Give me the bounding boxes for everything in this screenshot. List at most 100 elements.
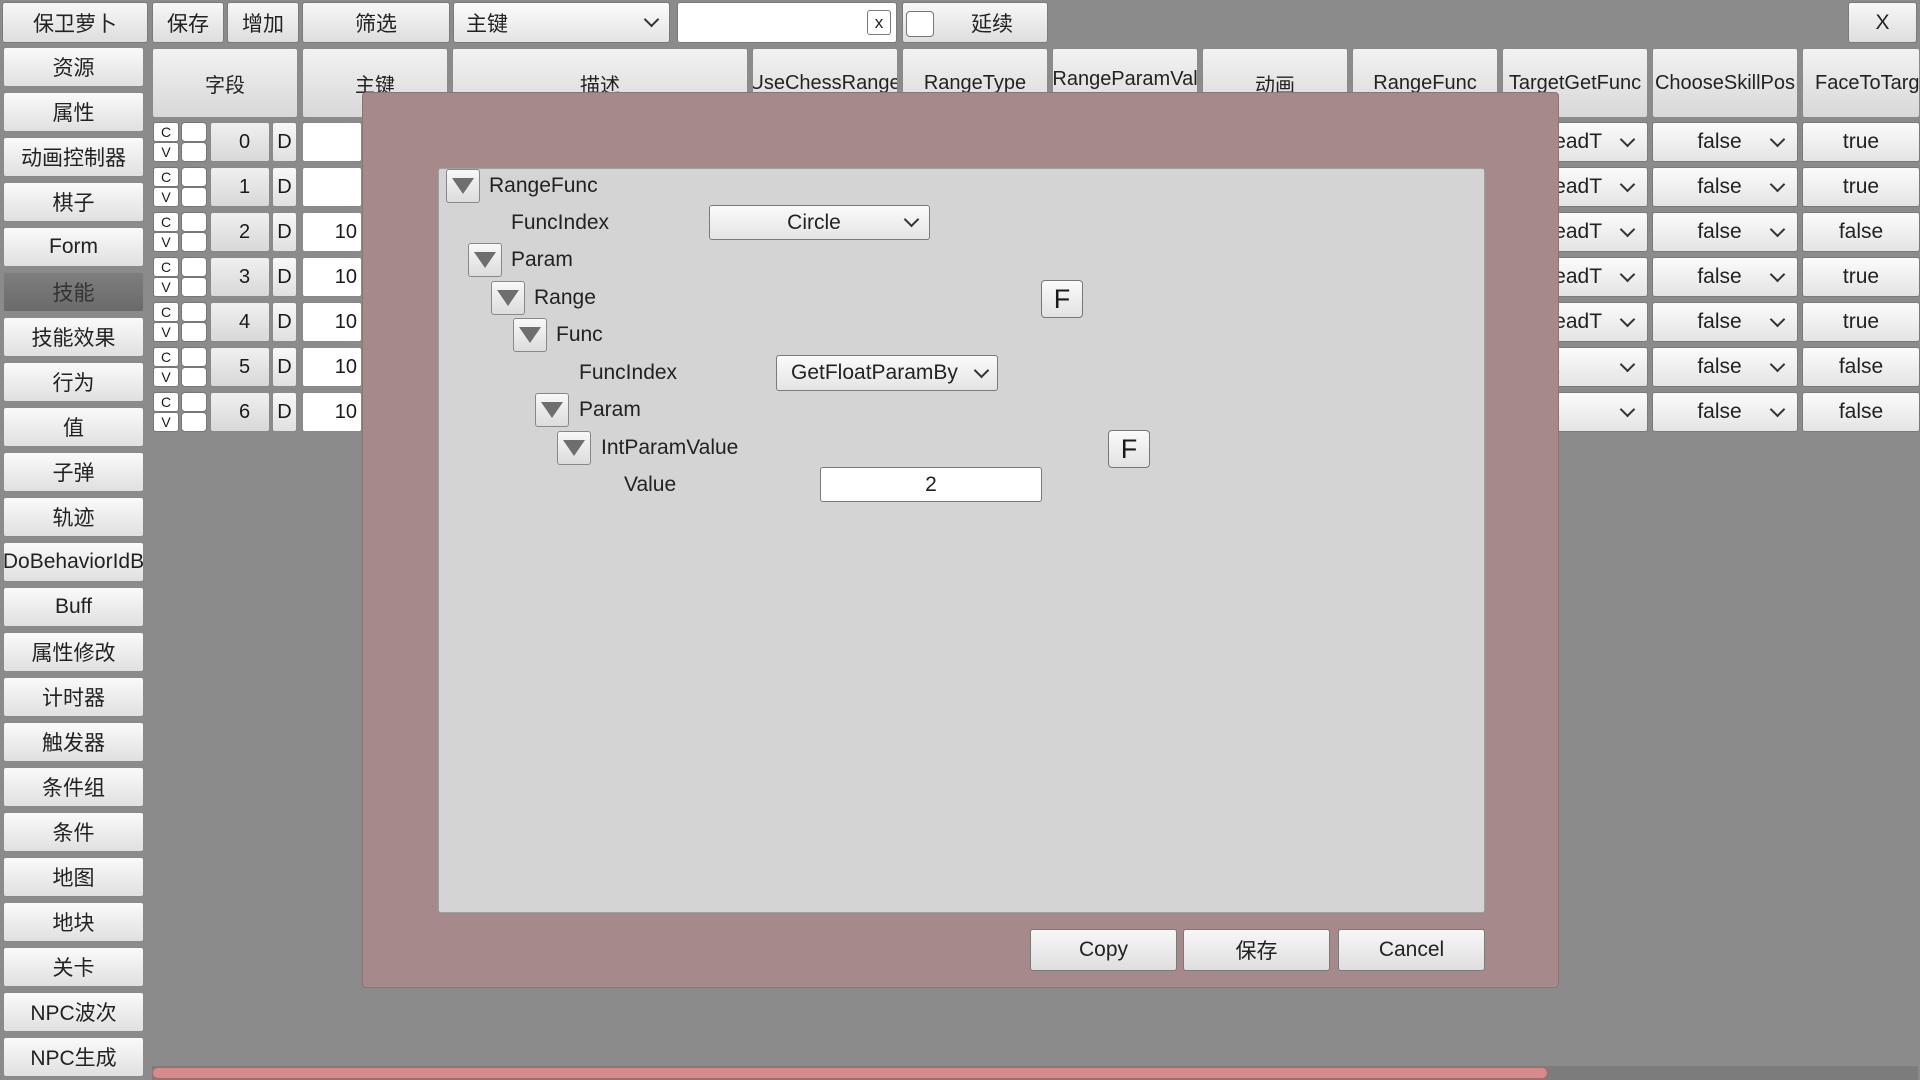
delete-row-button[interactable]: D — [272, 347, 297, 387]
paste-row-button[interactable]: V — [153, 367, 179, 387]
primary-key-cell[interactable]: 10 — [302, 212, 362, 252]
face-to-target-cell[interactable]: false — [1802, 392, 1920, 432]
filter-field-dropdown[interactable]: 主键 — [453, 2, 670, 43]
copy-row-button[interactable]: C — [153, 167, 179, 187]
choose-skill-pos-dropdown[interactable]: false — [1652, 122, 1798, 162]
sidebar-item[interactable]: 触发器 — [3, 722, 144, 762]
rangefunc-collapse-toggle[interactable] — [446, 169, 480, 203]
row-select-checkbox[interactable] — [181, 212, 207, 232]
search-input[interactable] — [677, 2, 897, 43]
row-select-checkbox[interactable] — [181, 142, 207, 162]
inner-funcindex-dropdown[interactable]: GetFloatParamBy — [776, 355, 998, 391]
delete-row-button[interactable]: D — [272, 122, 297, 162]
delete-row-button[interactable]: D — [272, 392, 297, 432]
copy-row-button[interactable]: C — [153, 347, 179, 367]
choose-skill-pos-dropdown[interactable]: false — [1652, 302, 1798, 342]
dialog-save-button[interactable]: 保存 — [1183, 929, 1330, 971]
sidebar-item[interactable]: 属性 — [3, 92, 144, 132]
sidebar-item[interactable]: 资源 — [3, 47, 144, 87]
delete-row-button[interactable]: D — [272, 212, 297, 252]
paste-row-button[interactable]: V — [153, 187, 179, 207]
paste-row-button[interactable]: V — [153, 232, 179, 252]
paste-row-button[interactable]: V — [153, 322, 179, 342]
choose-skill-pos-dropdown[interactable]: false — [1652, 212, 1798, 252]
save-button[interactable]: 保存 — [152, 2, 224, 43]
sidebar-item[interactable]: DoBehaviorIdB — [3, 542, 144, 582]
range-f-button[interactable]: F — [1041, 280, 1083, 318]
cancel-button[interactable]: Cancel — [1338, 929, 1485, 971]
primary-key-cell[interactable]: 10 — [302, 347, 362, 387]
primary-key-cell[interactable] — [302, 167, 362, 207]
sidebar-item[interactable]: 技能 — [3, 272, 144, 312]
copy-row-button[interactable]: C — [153, 122, 179, 142]
face-to-target-cell[interactable]: true — [1802, 122, 1920, 162]
face-to-target-cell[interactable]: true — [1802, 167, 1920, 207]
funcindex-dropdown[interactable]: Circle — [709, 205, 930, 240]
intparam-collapse-toggle[interactable] — [557, 431, 591, 465]
sidebar-item[interactable]: 地图 — [3, 857, 144, 897]
row-select-checkbox[interactable] — [181, 122, 207, 142]
sidebar-item[interactable]: 值 — [3, 407, 144, 447]
primary-key-cell[interactable] — [302, 122, 362, 162]
sidebar-item[interactable]: NPC波次 — [3, 992, 144, 1032]
sidebar-item[interactable]: 技能效果 — [3, 317, 144, 357]
row-select-checkbox[interactable] — [181, 187, 207, 207]
delete-row-button[interactable]: D — [272, 257, 297, 297]
header-field[interactable]: 字段 — [152, 48, 298, 118]
header-face-to-target[interactable]: FaceToTarg — [1802, 48, 1920, 118]
row-select-checkbox[interactable] — [181, 347, 207, 367]
filter-button[interactable]: 筛选 — [302, 2, 450, 43]
row-select-checkbox[interactable] — [181, 167, 207, 187]
primary-key-cell[interactable]: 10 — [302, 302, 362, 342]
sidebar-item[interactable]: Form — [3, 227, 144, 267]
horizontal-scrollbar-thumb[interactable] — [152, 1067, 1548, 1079]
sidebar-item[interactable]: 子弹 — [3, 452, 144, 492]
delete-row-button[interactable]: D — [272, 167, 297, 207]
copy-row-button[interactable]: C — [153, 392, 179, 412]
choose-skill-pos-dropdown[interactable]: false — [1652, 257, 1798, 297]
choose-skill-pos-dropdown[interactable]: false — [1652, 392, 1798, 432]
header-choose-skill-pos[interactable]: ChooseSkillPos — [1652, 48, 1798, 118]
copy-row-button[interactable]: C — [153, 212, 179, 232]
range-collapse-toggle[interactable] — [491, 281, 525, 315]
continue-checkbox[interactable] — [906, 11, 934, 37]
paste-row-button[interactable]: V — [153, 412, 179, 432]
choose-skill-pos-dropdown[interactable]: false — [1652, 347, 1798, 387]
func-collapse-toggle[interactable] — [513, 318, 547, 352]
inner-param-collapse-toggle[interactable] — [535, 393, 569, 427]
face-to-target-cell[interactable]: true — [1802, 257, 1920, 297]
copy-row-button[interactable]: C — [153, 302, 179, 322]
row-select-checkbox[interactable] — [181, 277, 207, 297]
paste-row-button[interactable]: V — [153, 277, 179, 297]
sidebar-item[interactable]: 地块 — [3, 902, 144, 942]
sidebar-item[interactable]: 轨迹 — [3, 497, 144, 537]
face-to-target-cell[interactable]: false — [1802, 347, 1920, 387]
sidebar-item[interactable]: Buff — [3, 587, 144, 627]
param-collapse-toggle[interactable] — [468, 243, 502, 277]
row-select-checkbox[interactable] — [181, 232, 207, 252]
clear-search-button[interactable]: x — [867, 10, 891, 35]
sidebar-item[interactable]: 条件 — [3, 812, 144, 852]
copy-button[interactable]: Copy — [1030, 929, 1177, 971]
paste-row-button[interactable]: V — [153, 142, 179, 162]
sidebar-item[interactable]: 行为 — [3, 362, 144, 402]
primary-key-cell[interactable]: 10 — [302, 257, 362, 297]
sidebar-item[interactable]: 关卡 — [3, 947, 144, 987]
face-to-target-cell[interactable]: false — [1802, 212, 1920, 252]
choose-skill-pos-dropdown[interactable]: false — [1652, 167, 1798, 207]
row-select-checkbox[interactable] — [181, 302, 207, 322]
sidebar-item[interactable]: NPC生成 — [3, 1037, 144, 1077]
primary-key-cell[interactable]: 10 — [302, 392, 362, 432]
row-select-checkbox[interactable] — [181, 392, 207, 412]
sidebar-item[interactable]: 条件组 — [3, 767, 144, 807]
add-button[interactable]: 增加 — [227, 2, 299, 43]
row-select-checkbox[interactable] — [181, 367, 207, 387]
sidebar-item[interactable]: 动画控制器 — [3, 137, 144, 177]
sidebar-item[interactable]: 属性修改 — [3, 632, 144, 672]
value-input[interactable]: 2 — [820, 467, 1042, 502]
face-to-target-cell[interactable]: true — [1802, 302, 1920, 342]
app-title-button[interactable]: 保卫萝卜 — [2, 2, 148, 43]
row-select-checkbox[interactable] — [181, 412, 207, 432]
row-select-checkbox[interactable] — [181, 257, 207, 277]
sidebar-item[interactable]: 计时器 — [3, 677, 144, 717]
